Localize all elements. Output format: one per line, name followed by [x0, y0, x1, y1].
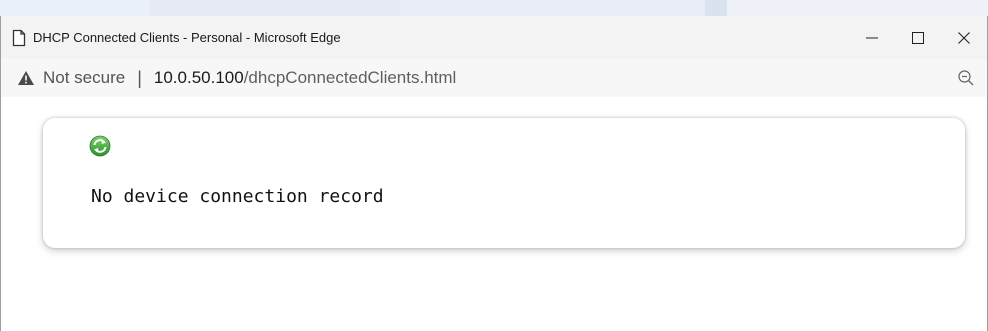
minimize-button[interactable]	[849, 16, 895, 59]
zoom-out-icon[interactable]	[957, 69, 975, 87]
warning-icon[interactable]	[17, 70, 35, 86]
refresh-icon[interactable]	[89, 135, 111, 157]
window-title: DHCP Connected Clients - Personal - Micr…	[33, 30, 341, 45]
browser-window: DHCP Connected Clients - Personal - Micr…	[0, 16, 988, 331]
url-host[interactable]: 10.0.50.100	[154, 68, 244, 88]
close-icon	[958, 31, 970, 44]
minimize-icon	[866, 37, 878, 38]
address-separator: |	[137, 67, 142, 88]
title-bar[interactable]: DHCP Connected Clients - Personal - Micr…	[1, 16, 987, 59]
url-path[interactable]: /dhcpConnectedClients.html	[244, 68, 457, 88]
screen: DHCP Connected Clients - Personal - Micr…	[0, 0, 988, 331]
security-label[interactable]: Not secure	[43, 68, 125, 88]
background-window-strip	[0, 0, 988, 16]
page-content: No device connection record	[1, 97, 987, 331]
empty-state-message: No device connection record	[91, 186, 384, 207]
maximize-button[interactable]	[895, 16, 941, 59]
maximize-icon	[912, 31, 924, 44]
window-controls	[849, 16, 987, 59]
clients-card: No device connection record	[43, 118, 965, 248]
address-bar[interactable]: Not secure | 10.0.50.100/dhcpConnectedCl…	[1, 59, 987, 97]
page-icon	[12, 29, 26, 46]
close-button[interactable]	[941, 16, 987, 59]
